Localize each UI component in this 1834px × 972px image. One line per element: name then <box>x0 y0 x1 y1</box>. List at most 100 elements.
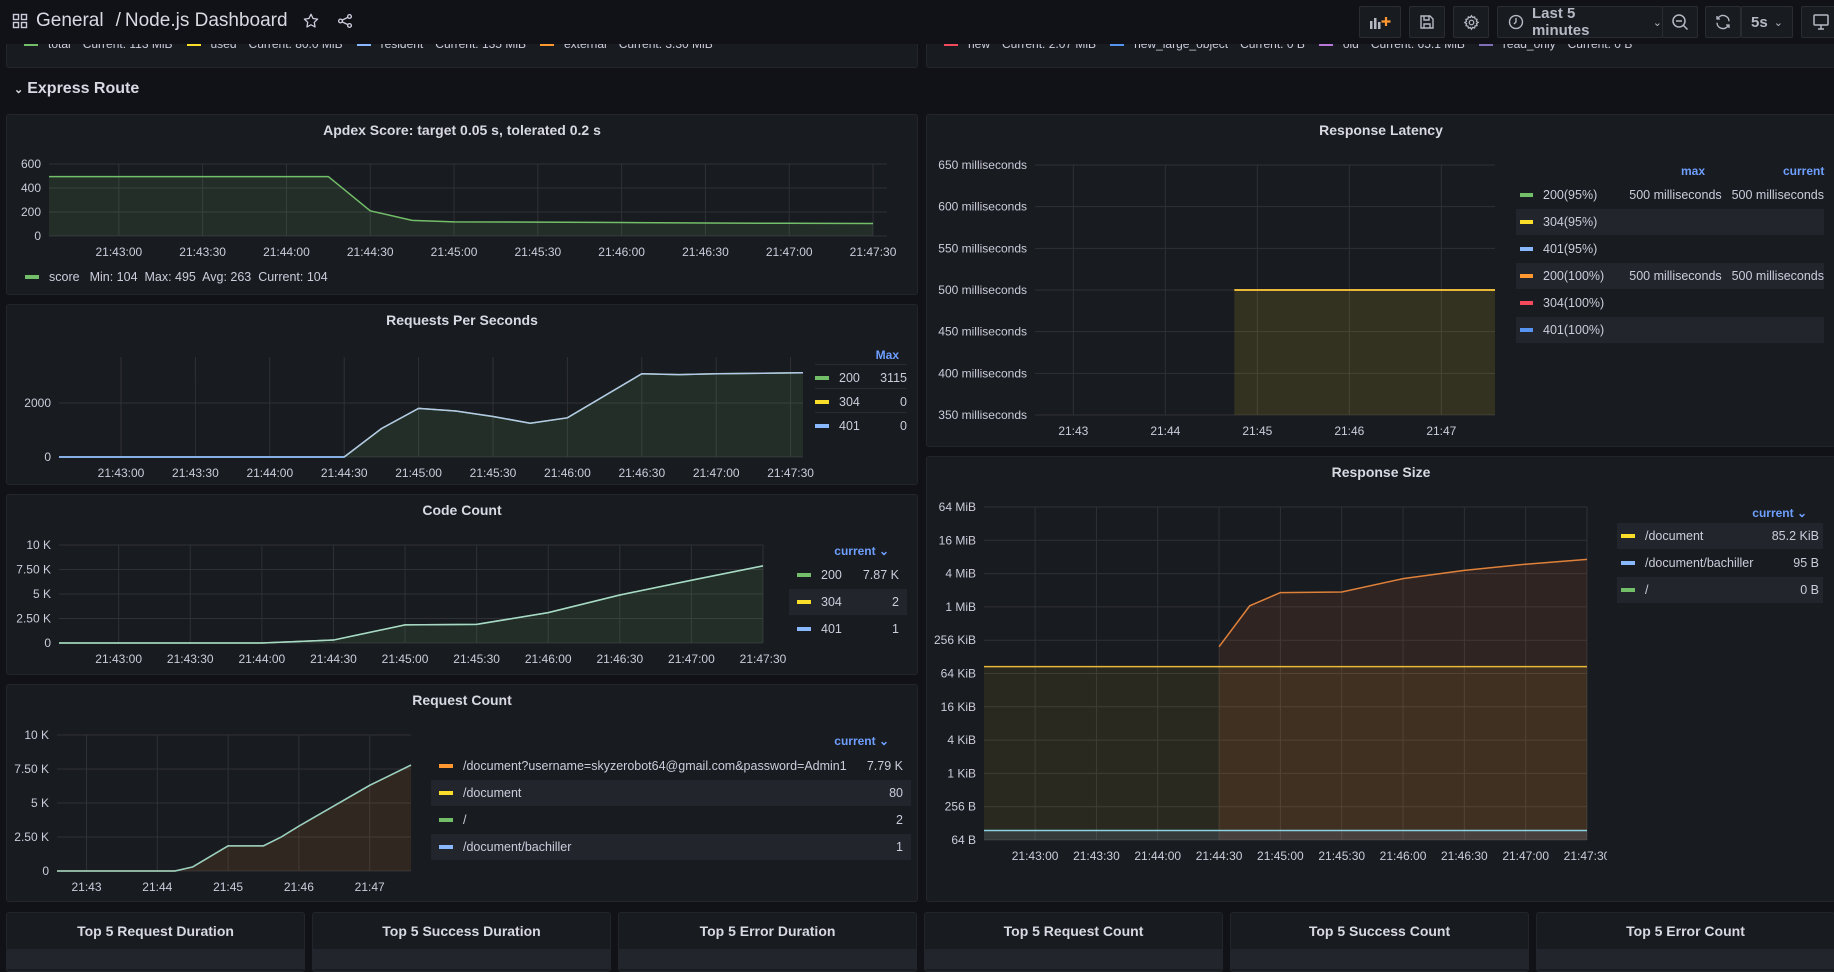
rps-chart: 0 2000 21:43:00 21:43:30 21:44:00 21:44:30 21:… <box>24 357 814 480</box>
x-tick-label: 21:44 <box>1150 424 1180 438</box>
legend-swatch <box>439 845 453 849</box>
legend-item[interactable]: /document 85.2 KiB <box>1617 523 1823 549</box>
tv-mode-button[interactable] <box>1801 6 1834 38</box>
x-tick-label: 21:43:30 <box>167 652 214 666</box>
x-tick-label: 21:47:00 <box>668 652 715 666</box>
legend-item[interactable]: /document/bachiller 95 B <box>1617 550 1823 576</box>
legend-value: 85.2 KiB <box>1771 529 1819 543</box>
star-icon[interactable] <box>302 12 320 30</box>
legend-name: 200(95%) <box>1543 188 1598 202</box>
y-tick-label: 1 KiB <box>947 766 976 780</box>
legend-value: Current: 113 MiB <box>82 44 173 51</box>
breadcrumb-folder[interactable]: General <box>36 10 104 32</box>
zoom-out-button[interactable] <box>1662 6 1698 38</box>
legend-name: 200 <box>821 568 842 582</box>
legend-item[interactable]: 401(100%) <box>1516 317 1824 343</box>
row-express-route[interactable]: ⌄ Express Route <box>14 80 139 98</box>
dashboard-title[interactable]: Node.js Dashboard <box>125 10 288 32</box>
legend-item[interactable]: 401(95%) <box>1516 236 1824 262</box>
legend-item-401[interactable]: 401 1 <box>789 616 907 642</box>
legend-swatch <box>815 399 829 404</box>
legend-item[interactable]: 304(100%) <box>1516 290 1824 316</box>
y-tick-label: 400 milliseconds <box>938 366 1027 380</box>
legend-header-current[interactable]: current <box>1783 164 1824 178</box>
legend-item[interactable]: /document 80 <box>431 780 911 806</box>
legend-item-401[interactable]: 401 0 <box>815 412 907 438</box>
add-panel-button[interactable] <box>1359 6 1401 38</box>
x-tick-label: 21:47:00 <box>693 466 740 480</box>
refresh-button[interactable] <box>1705 6 1741 38</box>
dashboard-settings-button[interactable] <box>1453 6 1489 38</box>
legend-name: 401 <box>839 418 860 433</box>
y-tick-label: 16 KiB <box>941 700 976 714</box>
legend-swatch <box>797 573 811 577</box>
legend-item-304[interactable]: 304 2 <box>789 589 907 615</box>
refresh-interval-picker[interactable]: 5s ⌄ <box>1741 6 1793 38</box>
share-icon[interactable] <box>336 12 354 30</box>
legend-swatch <box>815 375 829 380</box>
request-count-chart: 0 2.50 K 5 K 7.50 K 10 K 21:43 21:44 21:45 21:46… <box>14 728 412 894</box>
legend-item-200[interactable]: 200 3115 <box>815 364 907 390</box>
legend-item-304[interactable]: 304 0 <box>815 388 907 414</box>
row-title-label: Express Route <box>27 80 140 97</box>
time-range-picker[interactable]: Last 5 minutes ⌄ <box>1497 5 1663 39</box>
bachiller-area <box>984 830 1587 840</box>
response-latency-panel: Response Latency 350 milliseconds 400 mil… <box>926 114 1834 447</box>
legend-item[interactable]: read_only Current: 0 B <box>1478 44 1632 51</box>
legend-name: new_large_object <box>1134 44 1229 51</box>
monitor-icon <box>1813 14 1829 30</box>
code-count-panel: Code Count 0 2.50 K5 K 7.50 K 10 K 21:43:00 2… <box>6 494 918 675</box>
legend-item[interactable]: external Current: 3.30 MiB <box>539 44 713 51</box>
legend-item[interactable]: old Current: 65.1 MiB <box>1318 44 1465 51</box>
legend-header-max[interactable]: max <box>1681 164 1705 178</box>
panel-title: Top 5 Request Count <box>1003 923 1144 939</box>
save-dashboard-button[interactable] <box>1409 6 1445 38</box>
legend-item[interactable]: / 0 B <box>1617 577 1823 603</box>
legend-header-current[interactable]: current ⌄ <box>834 734 889 748</box>
latency-chart: 350 milliseconds 400 milliseconds 450 mill… <box>938 158 1495 438</box>
legend-item-200[interactable]: 200 7.87 K <box>789 562 907 588</box>
legend-item[interactable]: total Current: 113 MiB <box>24 44 173 51</box>
legend-name: score <box>49 270 80 284</box>
dashboards-grid-icon[interactable] <box>12 13 28 29</box>
legend-swatch <box>1621 588 1635 592</box>
y-tick-label: 450 milliseconds <box>938 325 1027 339</box>
legend-item[interactable]: /2 <box>431 807 911 833</box>
legend-item[interactable]: resident Current: 135 MiB <box>356 44 526 51</box>
legend-item[interactable]: /document/bachiller 1 <box>431 834 911 860</box>
legend-item[interactable]: 200(95%) 500 milliseconds 500 milliseconds <box>1516 182 1824 208</box>
y-tick-label: 7.50 K <box>16 563 51 577</box>
legend-header-current[interactable]: current ⌄ <box>1752 506 1807 520</box>
legend-swatch <box>1110 44 1125 46</box>
legend-item[interactable]: /document?username=skyzerobot64@gmail.co… <box>431 753 911 779</box>
legend-item[interactable]: new_large_object Current: 0 B <box>1110 44 1305 51</box>
legend-swatch <box>1621 561 1635 565</box>
legend-header-max[interactable]: Max <box>876 348 899 362</box>
legend-value: 95 B <box>1793 556 1819 570</box>
legend-name: 401(100%) <box>1543 323 1605 337</box>
refresh-interval-label: 5s <box>1751 13 1768 31</box>
legend-item-score[interactable]: score Min: 104 Max: 495 Avg: 263 Current… <box>25 264 328 290</box>
series-200-area <box>59 565 763 643</box>
x-tick-label: 21:43:30 <box>1073 849 1120 863</box>
legend-name: /document <box>1645 529 1704 543</box>
x-tick-label: 21:43 <box>71 880 101 894</box>
x-tick-label: 21:47:00 <box>1502 849 1549 863</box>
legend-value: Current: 0 B <box>1240 44 1305 51</box>
legend-swatch <box>356 44 371 46</box>
legend-item[interactable]: used Current: 80.0 MiB <box>186 44 343 51</box>
legend-swatch <box>797 627 811 631</box>
legend-header-current[interactable]: current ⌄ <box>834 544 889 558</box>
y-tick-label: 256 KiB <box>934 633 976 647</box>
legend-swatch <box>1478 44 1493 46</box>
legend-item[interactable]: new Current: 2.07 MiB <box>944 44 1096 51</box>
legend-item[interactable]: 200(100%) 500 milliseconds 500 millisecond… <box>1516 263 1824 289</box>
y-tick-label: 0 <box>34 229 41 243</box>
legend-item[interactable]: 304(95%) <box>1516 209 1824 235</box>
legend-name: /document/bachiller <box>463 840 572 854</box>
response-size-chart: 64 B 256 B 1 KiB 4 KiB 16 KiB 64 KiB 256 KiB 1 … <box>934 500 1607 863</box>
legend-value: 1 <box>896 840 903 854</box>
bottom-panel: Top 5 Error Duration <box>618 912 917 972</box>
x-tick-label: 21:45:00 <box>1257 849 1304 863</box>
chevron-down-icon: ⌄ <box>1773 16 1783 29</box>
